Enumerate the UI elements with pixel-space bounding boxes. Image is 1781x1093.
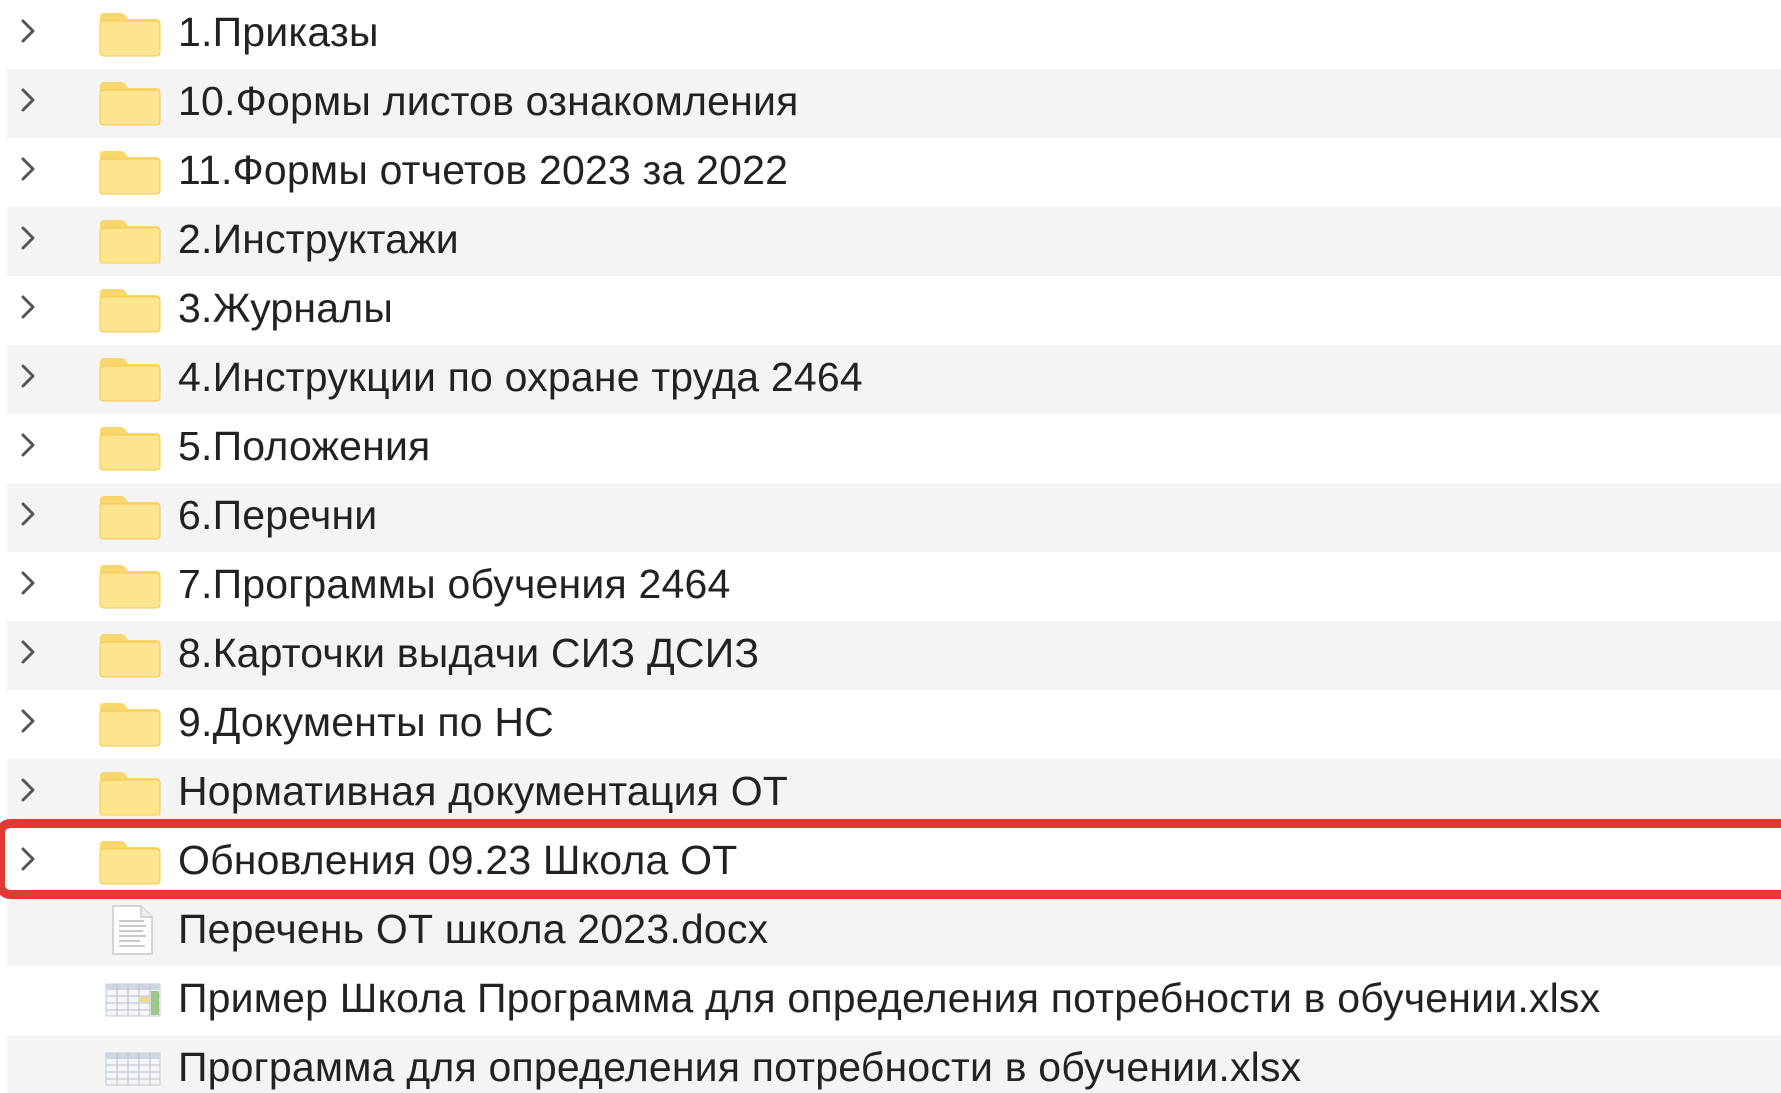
xlsx-file-icon [105,983,161,1017]
folder-icon [97,356,163,402]
item-name: 3.Журналы [178,284,394,331]
item-name: 8.Карточки выдачи СИЗ ДСИЗ [178,629,760,676]
list-item[interactable]: 3.Журналы [7,276,1781,345]
disclosure-chevron-icon[interactable] [13,361,43,391]
item-name: 7.Программы обучения 2464 [178,560,731,607]
list-item[interactable]: 9.Документы по НС [7,690,1781,759]
disclosure-chevron-icon[interactable] [13,430,43,460]
disclosure-chevron-icon[interactable] [13,706,43,736]
item-name: Перечень ОТ школа 2023.docx [178,905,769,952]
folder-icon [97,149,163,195]
list-item[interactable]: 10.Формы листов ознакомления [7,69,1781,138]
xlsx-file-icon [105,1052,161,1086]
disclosure-chevron-icon[interactable] [13,85,43,115]
folder-icon [97,770,163,816]
docx-file-icon [110,904,154,955]
disclosure-chevron-icon[interactable] [13,844,43,874]
file-list: 1.Приказы 10.Формы листов ознакомления 1… [0,0,1781,1093]
disclosure-chevron-icon[interactable] [13,292,43,322]
item-name: 1.Приказы [178,8,379,55]
folder-icon [97,218,163,264]
list-item[interactable]: Нормативная документация ОТ [7,759,1781,828]
folder-icon [97,494,163,540]
item-name: 5.Положения [178,422,431,469]
folder-icon [97,80,163,126]
list-item[interactable]: 11.Формы отчетов 2023 за 2022 [7,138,1781,207]
disclosure-chevron-icon[interactable] [13,637,43,667]
list-item-highlighted[interactable]: Обновления 09.23 Школа ОТ [7,828,1781,897]
item-name: Пример Школа Программа для определения п… [178,974,1601,1021]
list-item[interactable]: 7.Программы обучения 2464 [7,552,1781,621]
list-item[interactable]: 4.Инструкции по охране труда 2464 [7,345,1781,414]
item-name: 4.Инструкции по охране труда 2464 [178,353,863,400]
folder-icon [97,11,163,57]
disclosure-chevron-icon[interactable] [13,568,43,598]
disclosure-chevron-icon[interactable] [13,499,43,529]
item-name: 9.Документы по НС [178,698,554,745]
item-name: 6.Перечни [178,491,378,538]
list-item[interactable]: 1.Приказы [7,0,1781,69]
list-item[interactable]: Перечень ОТ школа 2023.docx [7,897,1781,966]
disclosure-chevron-icon[interactable] [13,154,43,184]
folder-icon [97,701,163,747]
folder-icon [97,287,163,333]
item-name: 11.Формы отчетов 2023 за 2022 [178,146,789,193]
list-item[interactable]: 8.Карточки выдачи СИЗ ДСИЗ [7,621,1781,690]
folder-icon [97,839,163,885]
item-name: Нормативная документация ОТ [178,767,789,814]
folder-icon [97,425,163,471]
disclosure-chevron-icon[interactable] [13,223,43,253]
disclosure-chevron-icon[interactable] [13,775,43,805]
folder-icon [97,632,163,678]
list-item[interactable]: Программа для определения потребности в … [7,1035,1781,1093]
item-name: 10.Формы листов ознакомления [178,77,799,124]
item-name: Программа для определения потребности в … [178,1043,1302,1090]
list-item[interactable]: 2.Инструктажи [7,207,1781,276]
list-item[interactable]: Пример Школа Программа для определения п… [7,966,1781,1035]
list-item[interactable]: 5.Положения [7,414,1781,483]
item-name: Обновления 09.23 Школа ОТ [178,836,738,883]
disclosure-chevron-icon[interactable] [13,16,43,46]
folder-icon [97,563,163,609]
item-name: 2.Инструктажи [178,215,459,262]
list-item[interactable]: 6.Перечни [7,483,1781,552]
